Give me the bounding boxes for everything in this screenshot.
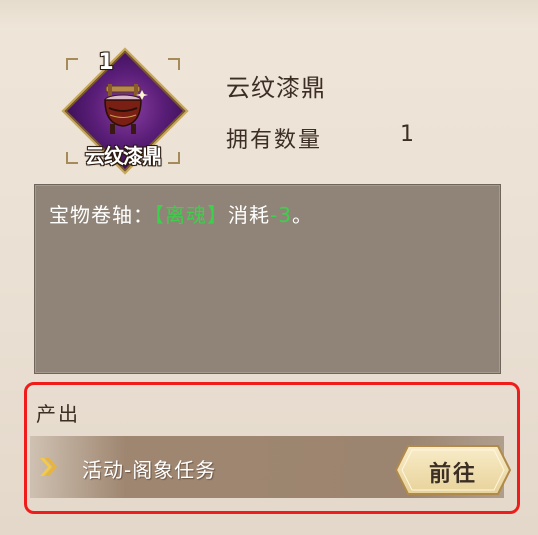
source-section-highlight (24, 382, 520, 514)
top-strip (0, 0, 538, 30)
description-suffix: 。 (291, 203, 313, 227)
item-icon: 1 云纹漆鼎 (61, 47, 189, 175)
description-text: 宝物卷轴：【离魂】消耗-3。 (49, 199, 313, 228)
icon-label: 云纹漆鼎 (85, 144, 162, 168)
owned-quantity-value: 1 (400, 122, 414, 147)
description-middle: 消耗 (228, 203, 270, 227)
owned-quantity-label: 拥有数量 (226, 128, 323, 153)
description-skill-name: 【离魂】 (154, 203, 228, 227)
frame-corner (168, 58, 180, 70)
item-detail-panel: 1 云纹漆鼎 云纹漆鼎 拥有数量 1 宝物卷轴：【离魂】消耗-3。 产出 活动-… (0, 0, 538, 535)
cauldron-icon (104, 84, 148, 134)
description-box: 宝物卷轴：【离魂】消耗-3。 (34, 184, 501, 374)
item-count: 1 (98, 50, 114, 75)
item-name: 云纹漆鼎 (226, 74, 326, 102)
description-value: -3 (270, 203, 292, 227)
description-prefix: 宝物卷轴： (49, 203, 154, 227)
